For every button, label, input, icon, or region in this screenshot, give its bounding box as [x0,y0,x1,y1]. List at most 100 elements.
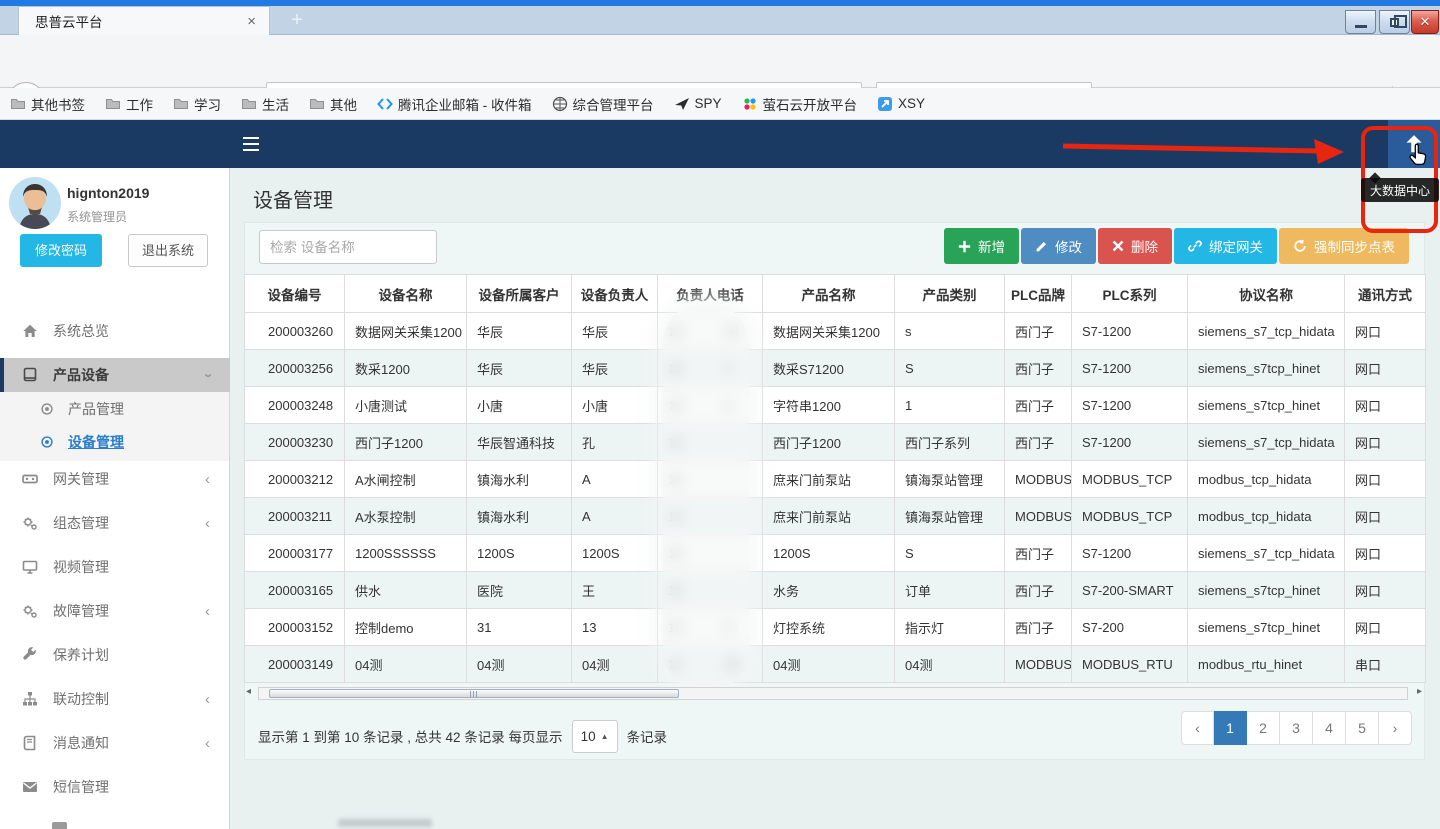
bookmark-item[interactable]: 综合管理平台 [552,94,654,114]
sidebar-item-label: 系统总览 [53,321,109,341]
page-button-2[interactable]: 2 [1247,711,1280,745]
bookmark-item[interactable]: 学习 [173,94,221,114]
minimize-icon [1355,25,1367,28]
table-cell: S7-1200 [1072,535,1188,572]
table-cell: 华辰 [572,313,658,350]
browser-tab[interactable]: 思普云平台 × [18,6,270,35]
sidebar-item-menu-8[interactable]: 保养计划 [0,638,230,672]
avatar[interactable] [9,177,61,229]
page-button-3[interactable]: 3 [1280,711,1313,745]
table-row[interactable]: 20000314904测04测04测153804测04测MODBUSMODBUS… [245,646,1426,683]
bookmark-item[interactable]: XSY [877,96,925,112]
action-button-label: 修改 [1055,236,1082,256]
sidebar-item-menu-11[interactable]: 短信管理 [0,770,230,804]
action-button-refresh[interactable]: 强制同步点表 [1279,228,1409,264]
new-tab-button[interactable]: + [284,9,310,33]
sidebar-item-menu-9[interactable]: 联动控制‹ [0,682,230,716]
bookmark-item[interactable]: 腾讯企业邮箱 - 收件箱 [377,94,532,114]
table-cell: 04测 [763,646,895,683]
bookmark-item[interactable]: 生活 [241,94,289,114]
scrollbar-track[interactable] [258,687,1408,700]
table-row[interactable]: 200003230西门子1200华辰智通科技孔15西门子1200西门子系列西门子… [245,424,1426,461]
bookmark-item[interactable]: 其他书签 [10,94,85,114]
table-cell: 西门子系列 [895,424,1005,461]
horizontal-scrollbar[interactable]: ◂ ▸ [246,686,1422,701]
sidebar-item-menu-10[interactable]: 消息通知‹ [0,726,230,760]
window-minimize-button[interactable] [1345,10,1376,34]
device-search-input[interactable] [259,230,437,264]
table-cell: S7-1200 [1072,350,1188,387]
page-button-5[interactable]: 5 [1346,711,1379,745]
table-cell: 网口 [1345,609,1426,646]
action-button-x[interactable]: 删除 [1098,228,1172,264]
table-row[interactable]: 2000031771200SSSSSS1200S1200S151200SS西门子… [245,535,1426,572]
table-cell: 200003230 [245,424,345,461]
table-cell: siemens_s7tcp_hinet [1188,350,1345,387]
page-size-dropdown[interactable]: 10▲ [572,720,618,753]
table-row[interactable]: 200003260数据网关采集1200华辰华辰1804数据网关采集1200s西门… [245,313,1426,350]
folder-icon [105,96,126,112]
scroll-left-icon[interactable]: ◂ [246,686,251,697]
table-cell: 04测 [572,646,658,683]
table-cell: 华辰 [572,350,658,387]
envelope-icon [22,779,39,795]
table-row[interactable]: 200003211A水泵控制镇海水利A13庶来门前泵站镇海泵站管理MODBUSM… [245,498,1426,535]
refresh-icon [1293,239,1307,253]
cutoff-menu-icon [52,822,67,829]
table-cell: 小唐测试 [345,387,467,424]
tab-close-icon[interactable]: × [244,13,259,30]
sidebar-item-product-mgmt[interactable]: 产品管理 [0,392,230,426]
action-button-pencil[interactable]: 修改 [1021,228,1096,264]
page-button-1[interactable]: 1 [1214,711,1247,745]
table-cell: 04测 [895,646,1005,683]
table-row[interactable]: 200003248小唐测试小唐小唐130字符串12001西门子S7-1200si… [245,387,1426,424]
page-next-button[interactable]: › [1379,711,1412,745]
sidebar-collapse-icon[interactable] [243,137,259,151]
table-cell: S7-1200 [1072,313,1188,350]
window-restore-button[interactable] [1379,10,1410,34]
chevron-left-icon: ‹ [205,471,210,488]
sidebar-item-menu-4[interactable]: 网关管理‹ [0,462,230,496]
bookmark-label: XSY [898,96,925,111]
table-cell: 数据网关采集1200 [345,313,467,350]
scrollbar-thumb[interactable] [269,689,679,698]
table-row[interactable]: 200003152控制demo3113153灯控系统指示灯西门子S7-200si… [245,609,1426,646]
tab-bar: 思普云平台 × + ✕ [0,6,1440,35]
scroll-right-icon[interactable]: ▸ [1417,686,1422,697]
monitor-icon [22,559,39,575]
action-button-link[interactable]: 绑定网关 [1174,228,1277,264]
sidebar-item-product-device[interactable]: 产品设备‹ [0,358,230,392]
column-header: 产品名称 [763,275,895,313]
table-row[interactable]: 200003212A水闸控制镇海水利A13庶来门前泵站镇海泵站管理MODBUSM… [245,461,1426,498]
change-password-button[interactable]: 修改密码 [20,234,102,267]
table-cell: siemens_s7tcp_hinet [1188,387,1345,424]
column-header: 产品类别 [895,275,1005,313]
sidebar-item-menu-6[interactable]: 视频管理 [0,550,230,584]
bookmark-item[interactable]: 其他 [309,94,357,114]
table-cell: 指示灯 [895,609,1005,646]
column-header: PLC品牌 [1005,275,1072,313]
bookmark-item[interactable]: SPY [674,96,722,112]
spy-icon [674,96,695,112]
table-cell: 网口 [1345,387,1426,424]
page-prev-button[interactable]: ‹ [1181,711,1214,745]
chevron-left-icon: ‹ [205,603,210,620]
sidebar-item-menu-5[interactable]: 组态管理‹ [0,506,230,540]
bookmark-item[interactable]: 工作 [105,94,153,114]
page-button-4[interactable]: 4 [1313,711,1346,745]
table-row[interactable]: 200003256数采1200华辰华辰184数采S71200S西门子S7-120… [245,350,1426,387]
sidebar-item-overview[interactable]: 系统总览 [0,314,230,348]
bookmark-label: 综合管理平台 [573,94,654,114]
window-close-button[interactable]: ✕ [1411,10,1439,34]
sidebar-item-device-mgmt[interactable]: 设备管理 [0,425,230,459]
table-cell: 200003260 [245,313,345,350]
logout-button[interactable]: 退出系统 [128,234,208,267]
table-action-buttons: 新增 修改删除绑定网关强制同步点表 [942,228,1409,264]
table-cell: 网口 [1345,313,1426,350]
sidebar-item-menu-7[interactable]: 故障管理‹ [0,594,230,628]
action-button-plus[interactable]: 新增 [944,228,1019,264]
bookmark-item[interactable]: 萤石云开放平台 [742,94,858,114]
table-row[interactable]: 200003165供水医院王18水务订单西门子S7-200-SMARTsieme… [245,572,1426,609]
table-cell: 庶来门前泵站 [763,498,895,535]
table-cell: siemens_s7tcp_hinet [1188,572,1345,609]
